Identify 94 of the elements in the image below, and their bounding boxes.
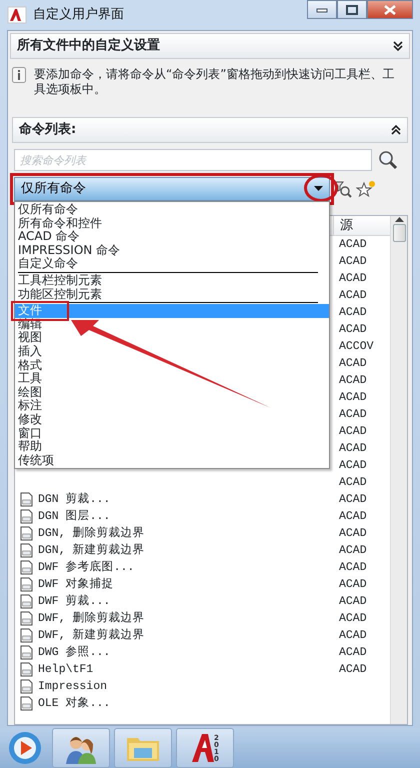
command-name[interactable]: DGN, 新建剪裁边界 xyxy=(38,542,145,560)
document-icon xyxy=(19,577,34,592)
filter-dropdown[interactable]: 仅所有命令 xyxy=(14,177,330,201)
document-icon xyxy=(19,611,34,626)
source-cell: ACAD xyxy=(339,476,367,489)
search-field[interactable]: 搜索命令列表 xyxy=(14,149,372,171)
expand-icon[interactable] xyxy=(393,40,403,52)
source-cell: ACAD xyxy=(339,560,367,574)
dropdown-option[interactable]: 传统项 xyxy=(15,454,54,468)
search-icon[interactable] xyxy=(378,150,398,170)
dropdown-option[interactable]: 功能区控制元素 xyxy=(15,288,102,302)
dropdown-option[interactable]: ACAD 命令 xyxy=(15,230,80,244)
scroll-up-icon[interactable] xyxy=(394,216,404,222)
dropdown-option[interactable]: 视图 xyxy=(15,331,42,345)
maximize-icon xyxy=(346,4,358,14)
command-name[interactable]: DWF, 删除剪裁边界 xyxy=(38,610,145,628)
command-name[interactable]: DGN 剪裁... xyxy=(38,490,110,508)
scrollbar-thumb[interactable] xyxy=(392,224,406,242)
dropdown-option[interactable]: 帮助 xyxy=(15,440,42,454)
source-cell: ACAD xyxy=(339,238,367,251)
source-cell: ACAD xyxy=(339,306,367,319)
source-cell: ACAD xyxy=(339,254,367,268)
dropdown-option[interactable]: 工具栏控制元素 xyxy=(15,274,102,288)
dropdown-option[interactable]: 格式 xyxy=(15,358,42,372)
dropdown-option[interactable]: 插入 xyxy=(15,344,42,359)
source-cell: ACAD xyxy=(339,390,367,404)
star-icon[interactable] xyxy=(356,180,376,198)
start-icon[interactable] xyxy=(8,731,42,765)
source-cell: ACAD xyxy=(339,662,367,676)
source-cell: ACCOV xyxy=(339,340,374,353)
info-icon xyxy=(12,67,26,83)
source-cell: ACAD xyxy=(339,578,367,591)
minimize-button[interactable] xyxy=(307,0,337,19)
command-name[interactable]: DGN 图层... xyxy=(38,508,110,526)
command-name[interactable]: DWF, 新建剪裁边界 xyxy=(38,626,145,644)
dropdown-option[interactable]: 自定义命令 xyxy=(15,257,78,271)
source-cell: ACAD xyxy=(339,322,367,336)
dropdown-option[interactable]: 修改 xyxy=(15,412,42,426)
source-cell: ACAD xyxy=(339,408,367,421)
command-name[interactable]: DWF 剪裁... xyxy=(38,592,110,610)
source-cell: ACAD xyxy=(339,544,367,557)
dropdown-option[interactable]: 工具 xyxy=(15,372,42,386)
source-cell: ACAD xyxy=(339,646,367,659)
window-title: 自定义用户界面 xyxy=(33,6,124,24)
document-icon xyxy=(19,492,34,507)
source-cell: ACAD xyxy=(339,612,367,625)
source-cell: ACAD xyxy=(339,356,367,370)
minimize-icon xyxy=(316,6,328,12)
source-cell: ACAD xyxy=(339,492,367,506)
source-cell: ACAD xyxy=(339,442,367,455)
source-cell: ACAD xyxy=(339,272,367,285)
dropdown-option[interactable]: 仅所有命令 xyxy=(15,203,78,217)
source-cell: ACAD xyxy=(339,594,367,608)
dropdown-option[interactable]: IMPRESSION 命令 xyxy=(15,244,120,258)
dropdown-option[interactable]: 标注 xyxy=(15,399,42,413)
close-button[interactable] xyxy=(367,0,413,19)
command-name[interactable]: Impression xyxy=(38,678,108,696)
info-text: 具选项板中。 xyxy=(34,82,107,97)
collapse-icon[interactable] xyxy=(391,124,401,136)
command-name[interactable]: DWF 对象捕捉 xyxy=(38,576,114,594)
source-cell: ACAD xyxy=(339,526,367,540)
document-icon xyxy=(19,679,34,694)
source-cell: ACAD xyxy=(339,288,367,302)
app-icon xyxy=(7,6,27,24)
document-icon xyxy=(19,526,34,541)
document-icon xyxy=(19,662,34,677)
source-cell: ACAD xyxy=(339,628,367,642)
dropdown-option[interactable]: 绘图 xyxy=(15,386,42,400)
source-cell: ACAD xyxy=(339,458,367,472)
source-cell: ACAD xyxy=(339,510,367,523)
command-name[interactable]: OLE 对象... xyxy=(38,694,110,712)
document-icon xyxy=(19,628,34,643)
command-name[interactable]: DWG 参照... xyxy=(38,644,110,662)
command-name[interactable]: Help\tF1 xyxy=(38,660,94,678)
document-icon xyxy=(19,645,34,660)
info-text: 要添加命令，请将命令从“命令列表”窗格拖动到快速访问工具栏、工 xyxy=(34,67,394,82)
command-name[interactable]: DWF 参考底图... xyxy=(38,558,134,576)
document-icon xyxy=(19,594,34,609)
caret-icon xyxy=(314,186,323,192)
panel-header[interactable]: 命令列表: xyxy=(12,117,408,143)
source-cell: ACAD xyxy=(339,424,367,438)
taskbar-button[interactable] xyxy=(52,728,110,768)
document-icon xyxy=(19,560,34,575)
document-icon xyxy=(19,543,34,558)
document-icon xyxy=(19,696,34,711)
maximize-button[interactable] xyxy=(337,0,367,19)
filter-search-icon[interactable] xyxy=(334,180,352,198)
source-cell: ACAD xyxy=(339,374,367,387)
close-icon xyxy=(384,4,396,14)
document-icon xyxy=(19,509,34,524)
dropdown-option[interactable]: 窗口 xyxy=(15,426,42,440)
dropdown-option[interactable]: 所有命令和控件 xyxy=(15,216,102,230)
panel-header[interactable]: 所有文件中的自定义设置 xyxy=(10,33,410,59)
command-name[interactable]: DGN, 删除剪裁边界 xyxy=(38,524,145,542)
